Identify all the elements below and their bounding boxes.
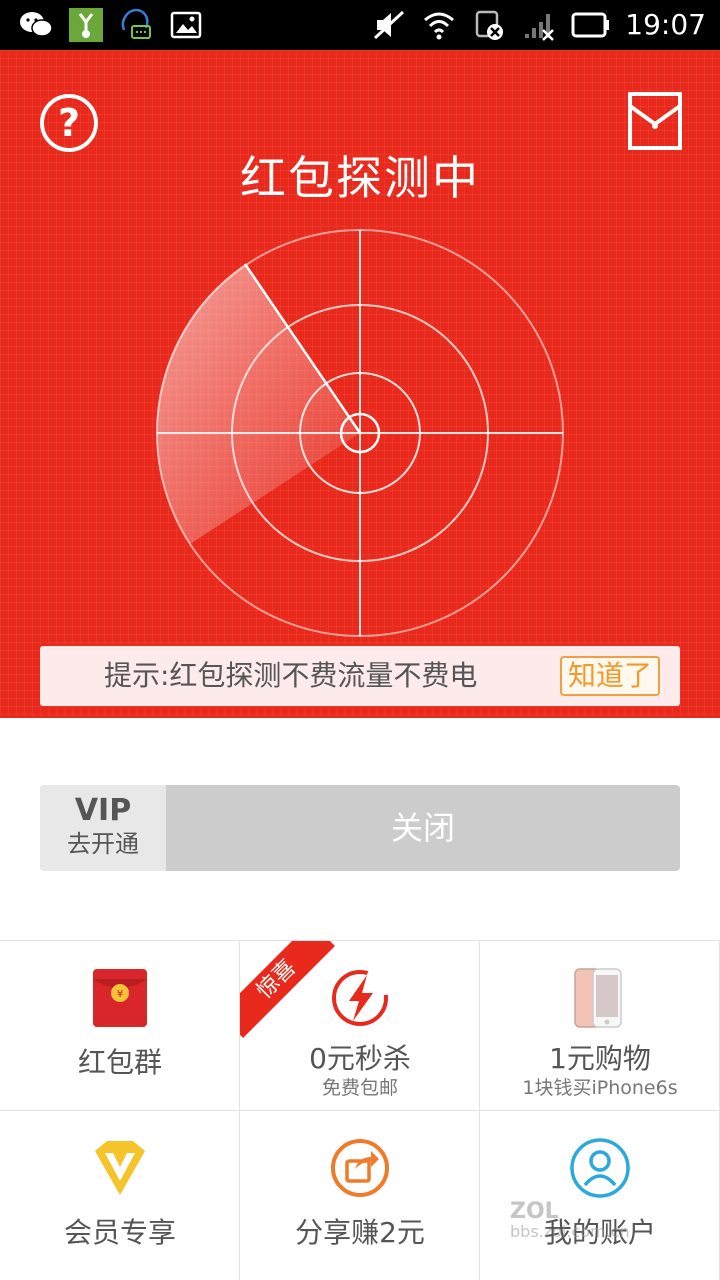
- wifi-icon: [424, 12, 455, 40]
- watermark-logo: ZOL: [510, 1199, 559, 1224]
- grid-item-red-envelope-group[interactable]: ¥ 红包群: [0, 941, 240, 1111]
- grid-item-label: 会员专享: [63, 1216, 176, 1249]
- got-it-button[interactable]: 知道了: [559, 656, 660, 696]
- watermark-url: bbs.zol.com.cn: [510, 1222, 630, 1241]
- tip-bar: 提示:红包探测不费流量不费电 知道了: [40, 646, 680, 706]
- status-bar: 19:07: [0, 0, 720, 50]
- status-time: 19:07: [625, 8, 706, 41]
- question-mark-icon: ?: [57, 101, 81, 145]
- sim-off-icon: [476, 10, 504, 40]
- grid-item-share-earn[interactable]: 分享赚2元: [240, 1111, 480, 1280]
- close-toggle-button[interactable]: 关闭: [166, 785, 680, 871]
- page-title: 红包探测中: [240, 151, 480, 205]
- lightning-icon: [332, 970, 388, 1026]
- phone-icon: [574, 968, 622, 1028]
- image-icon: [170, 11, 202, 39]
- user-icon: [570, 1138, 630, 1198]
- radar-header: ? 红包探测中 提示:红包探测不费流量不费电 知道了: [0, 50, 720, 718]
- grid-item-sublabel: 免费包邮: [321, 1077, 398, 1099]
- battery-icon: [571, 12, 610, 38]
- grid-item-label: 1元购物: [549, 1042, 651, 1075]
- watermark: ZOL bbs.zol.com.cn: [510, 1199, 700, 1262]
- svg-text:¥: ¥: [117, 989, 123, 1000]
- grid-item-flash-sale[interactable]: 惊喜 0元秒杀 免费包邮: [240, 941, 480, 1111]
- chat-icon: [121, 8, 151, 39]
- grid-item-one-yuan-shop[interactable]: 1元购物 1块钱买iPhone6s: [480, 941, 720, 1111]
- vip-activate-button[interactable]: VIP 去开通: [40, 785, 166, 871]
- vip-title: VIP: [74, 793, 132, 828]
- control-row: VIP 去开通 关闭: [40, 785, 680, 871]
- tip-text: 提示:红包探测不费流量不费电: [104, 659, 478, 692]
- wechat-icon: [20, 12, 53, 37]
- app-icon: [69, 8, 103, 42]
- grid-item-sublabel: 1块钱买iPhone6s: [522, 1077, 678, 1099]
- vip-diamond-icon: [95, 1141, 145, 1195]
- vip-subtitle: 去开通: [67, 830, 139, 858]
- grid-item-label: 红包群: [77, 1046, 162, 1079]
- surprise-badge: 惊喜: [240, 941, 335, 1038]
- grid-item-vip-exclusive[interactable]: 会员专享: [0, 1111, 240, 1280]
- red-envelope-icon: ¥: [93, 969, 147, 1027]
- radar-scanner: [156, 229, 564, 637]
- grid-item-label: 0元秒杀: [309, 1042, 411, 1075]
- grid-item-label: 分享赚2元: [295, 1216, 425, 1249]
- mute-icon: [374, 10, 405, 40]
- share-icon: [331, 1139, 389, 1197]
- signal-icon: [525, 14, 555, 41]
